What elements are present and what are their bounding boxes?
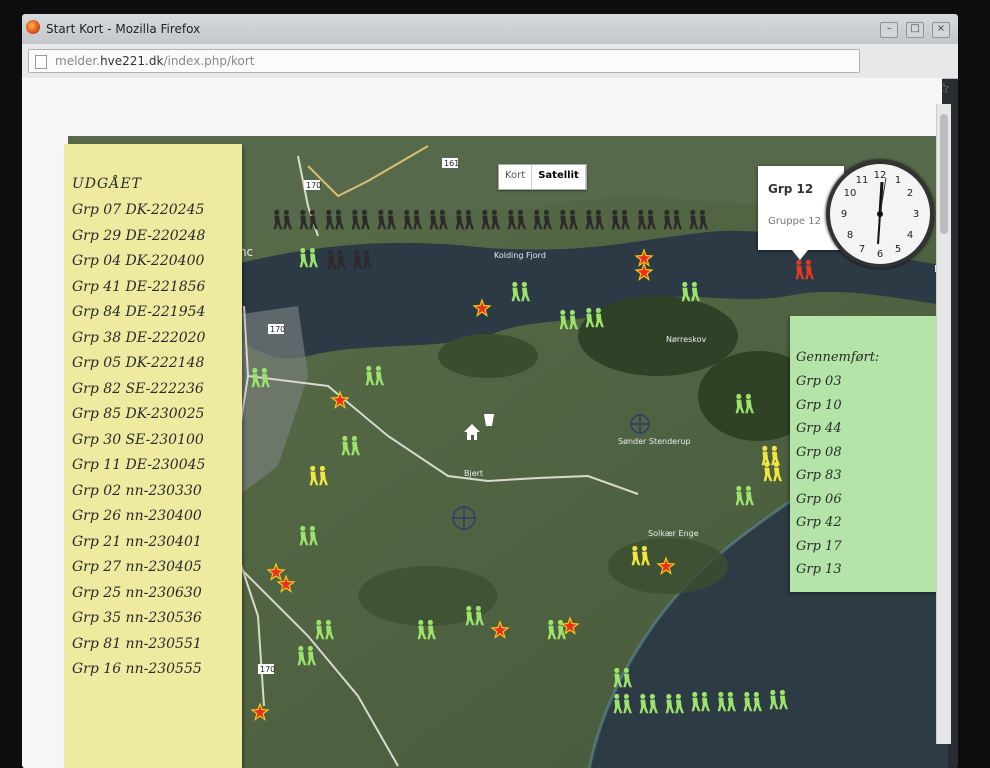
svg-text:2: 2 — [907, 188, 913, 199]
list-item: Grp 10 — [796, 397, 842, 413]
list-item: Grp 42 — [796, 515, 842, 530]
clock-icon: 12 1 2 345 678 9 10 11 — [826, 160, 934, 268]
road-label: 170 — [260, 665, 275, 674]
list-item: Grp 07 DK-220245 — [72, 202, 205, 218]
url-text: melder.hve221.dk/index.php/kort — [55, 54, 255, 68]
list-item: Grp 81 nn-230551 — [72, 635, 202, 652]
minimize-button[interactable]: – — [880, 22, 899, 38]
info-subtitle: Gruppe 12 — [768, 216, 821, 227]
url-field[interactable]: melder.hve221.dk/index.php/kort — [28, 49, 860, 73]
list-item: Grp 82 SE-222236 — [72, 380, 204, 397]
road-label: 161 — [444, 159, 459, 168]
svg-text:12: 12 — [874, 170, 887, 181]
list-item: Grp 83 — [796, 468, 842, 483]
list-item: Grp 84 DE-221954 — [72, 304, 206, 320]
list-item: Grp 03 — [796, 374, 842, 389]
list-item: Grp 16 nn-230555 — [72, 661, 202, 677]
list-item: Grp 21 nn-230401 — [72, 533, 202, 550]
browser-window: Start Kort - Mozilla Firefox – □ × melde… — [22, 14, 958, 768]
svg-text:6: 6 — [877, 249, 883, 260]
title-bar: Start Kort - Mozilla Firefox – □ × — [22, 14, 958, 44]
list-item: Grp 05 DK-222148 — [72, 355, 205, 371]
completed-list: Grp 03 Grp 10 Grp 44 Grp 08 Grp 83 Grp 0… — [796, 374, 842, 586]
svg-text:8: 8 — [847, 230, 853, 241]
list-item: Grp 30 SE-230100 — [72, 431, 204, 448]
list-item: Grp 25 nn-230630 — [72, 584, 202, 601]
list-item: Grp 41 DE-221856 — [72, 278, 206, 295]
svg-text:9: 9 — [841, 209, 847, 220]
close-button[interactable]: × — [932, 22, 950, 38]
list-item: Grp 27 nn-230405 — [72, 559, 202, 575]
scrollbar-thumb[interactable] — [940, 114, 948, 234]
map-type-kort-button[interactable]: Kort — [499, 165, 533, 189]
place-label: Nørreskov — [666, 335, 706, 344]
window-controls: – □ × — [876, 20, 950, 38]
place-label: Kolding Fjord — [494, 251, 546, 260]
window-title: Start Kort - Mozilla Firefox — [46, 22, 201, 36]
panel-heading: Gennemført: — [796, 350, 880, 365]
road-label: 170 — [306, 181, 321, 190]
place-label: Sønder Stenderup — [618, 437, 691, 446]
firefox-icon — [26, 20, 40, 34]
panel-heading: UDGÅET — [72, 176, 142, 192]
svg-text:1: 1 — [895, 175, 901, 186]
svg-text:7: 7 — [859, 244, 865, 255]
svg-text:11: 11 — [856, 175, 869, 186]
place-label: Bjert — [464, 469, 483, 478]
place-label: Solkær Enge — [648, 529, 699, 538]
discontinued-list: Grp 07 DK-220245 Grp 29 DE-220248 Grp 04… — [72, 202, 205, 687]
vertical-scrollbar[interactable] — [936, 104, 951, 744]
maximize-button[interactable]: □ — [906, 22, 925, 38]
list-item: Grp 38 DE-222020 — [72, 329, 206, 346]
list-item: Grp 44 — [796, 421, 842, 436]
list-item: Grp 04 DK-220400 — [72, 253, 205, 269]
map-type-satellit-button[interactable]: Satellit — [532, 165, 586, 189]
list-item: Grp 06 — [796, 491, 842, 507]
list-item: Grp 17 — [796, 538, 842, 554]
road-label: 170 — [270, 325, 285, 334]
map-type-control: Kort Satellit — [498, 164, 587, 190]
svg-text:3: 3 — [913, 209, 919, 220]
list-item: Grp 35 nn-230536 — [72, 610, 202, 626]
discontinued-groups-panel: UDGÅET Grp 07 DK-220245 Grp 29 DE-220248… — [64, 144, 242, 768]
list-item: Grp 29 DE-220248 — [72, 227, 206, 244]
completed-groups-panel: Gennemført: Grp 03 Grp 10 Grp 44 Grp 08 … — [790, 316, 942, 592]
svg-text:4: 4 — [907, 230, 913, 241]
list-item: Grp 26 nn-230400 — [72, 508, 202, 524]
list-item: Grp 85 DK-230025 — [72, 406, 205, 422]
list-item: Grp 13 — [796, 562, 842, 577]
svg-text:10: 10 — [844, 188, 857, 199]
info-title: Grp 12 — [768, 182, 814, 196]
page-icon — [35, 55, 47, 69]
list-item: Grp 02 nn-230330 — [72, 482, 202, 499]
navigation-bar: melder.hve221.dk/index.php/kort ☆ — [22, 44, 958, 97]
list-item: Grp 08 — [796, 444, 842, 460]
page-content: 161 170 170 170 Kolding Fjord Nørreskov … — [22, 78, 948, 768]
list-item: Grp 11 DE-230045 — [72, 457, 206, 473]
info-pointer — [792, 250, 808, 260]
svg-text:5: 5 — [895, 244, 901, 255]
